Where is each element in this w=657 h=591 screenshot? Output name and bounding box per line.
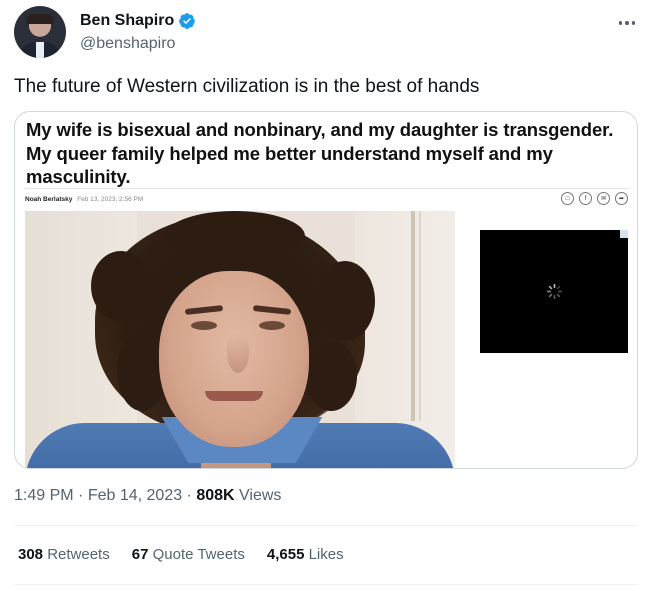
meta-separator: · — [73, 487, 88, 504]
quote-tweets-label: Quote Tweets — [148, 546, 245, 563]
quote-tweets-stat[interactable]: 67 Quote Tweets — [132, 546, 245, 563]
verified-badge-icon — [179, 13, 196, 29]
retweets-stat[interactable]: 308 Retweets — [18, 546, 110, 563]
avatar-shirt — [36, 42, 44, 58]
tweet-stats: 308 Retweets 67 Quote Tweets 4,655 Likes — [18, 546, 344, 563]
tweet-media-card[interactable]: My wife is bisexual and nonbinary, and m… — [14, 111, 638, 469]
article-ad-placeholder — [480, 230, 628, 353]
tweet-text: The future of Western civilization is in… — [14, 76, 480, 97]
photo-eye-right — [259, 321, 285, 330]
ad-choices-corner — [620, 230, 628, 238]
photo-hair-curl — [91, 251, 151, 321]
divider — [14, 584, 638, 585]
photo-eye-left — [191, 321, 217, 330]
article-byline: Noah Berlatsky Feb 13, 2023, 2:56 PM — [25, 196, 143, 203]
photo-mouth — [205, 391, 263, 401]
author-handle[interactable]: @benshapiro — [80, 35, 175, 53]
likes-stat[interactable]: 4,655 Likes — [267, 546, 344, 563]
article-divider — [25, 188, 629, 189]
photo-door-frame — [411, 211, 415, 421]
name-row: Ben Shapiro — [80, 12, 196, 30]
avatar[interactable] — [14, 6, 66, 58]
meta-separator: · — [182, 487, 197, 504]
divider — [14, 525, 638, 526]
likes-count: 4,655 — [266, 546, 305, 563]
author-name[interactable]: Ben Shapiro — [80, 12, 174, 30]
tweet-date[interactable]: Feb 14, 2023 — [88, 487, 182, 504]
tweet-meta: 1:49 PM · Feb 14, 2023 · 808K Views — [14, 487, 281, 505]
retweets-label: Retweets — [43, 546, 110, 563]
bookmark-icon: □ — [561, 192, 574, 205]
more-options-icon[interactable] — [614, 10, 640, 36]
photo-hair-curl — [165, 211, 305, 261]
likes-label: Likes — [304, 546, 344, 563]
article-headline: My wife is bisexual and nonbinary, and m… — [26, 119, 614, 187]
email-icon: ✉ — [597, 192, 610, 205]
article-photo — [25, 211, 455, 468]
views-count: 808K — [196, 487, 235, 504]
quote-tweets-count: 67 — [131, 546, 149, 563]
avatar-hair — [26, 14, 54, 24]
article-share-icons: □ f ✉ ➦ — [561, 192, 628, 205]
photo-hair-curl — [305, 341, 357, 411]
views-label: Views — [234, 487, 282, 504]
byline-author: Noah Berlatsky — [25, 196, 73, 203]
loading-spinner-icon — [546, 283, 563, 300]
facebook-icon: f — [579, 192, 592, 205]
byline-date: Feb 13, 2023, 2:56 PM — [77, 196, 144, 203]
photo-hair-curl — [315, 261, 375, 341]
photo-door-frame-inner — [419, 211, 421, 421]
tweet-header: Ben Shapiro @benshapiro — [14, 6, 644, 62]
share-icon: ➦ — [615, 192, 628, 205]
photo-nose — [227, 333, 249, 373]
retweets-count: 308 — [18, 546, 44, 563]
tweet-time[interactable]: 1:49 PM — [14, 487, 74, 504]
